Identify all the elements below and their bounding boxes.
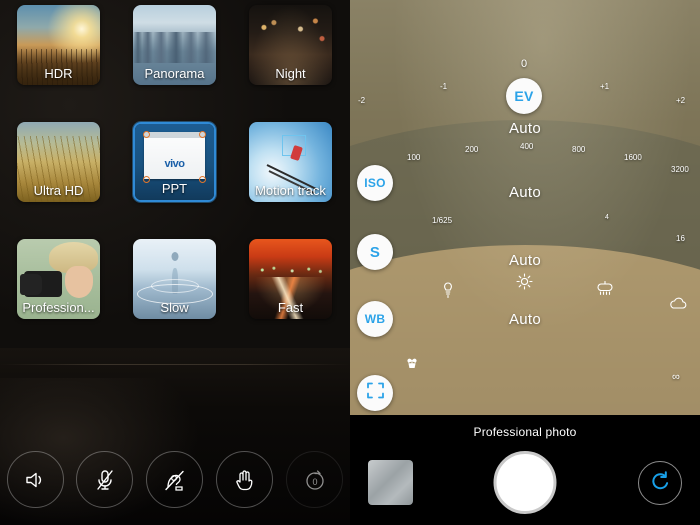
ev-tick[interactable]: -1	[440, 82, 447, 91]
macro-icon[interactable]	[405, 357, 419, 376]
shutter-tick[interactable]: 4	[605, 214, 609, 221]
mode-tile-label: Ultra HD	[33, 183, 84, 198]
volume-button[interactable]	[7, 451, 64, 508]
daylight-icon[interactable]	[516, 273, 533, 295]
crop-handle-icon	[142, 130, 150, 138]
water-drop-shape	[171, 251, 178, 261]
timer-icon: 0	[303, 468, 327, 492]
timer-button[interactable]: 0	[286, 451, 343, 508]
shutter-button[interactable]	[493, 451, 557, 514]
ev-badge[interactable]: EV	[506, 78, 542, 114]
voice-capture-button[interactable]	[146, 451, 203, 508]
iso-tick[interactable]: 800	[572, 145, 585, 154]
mode-tile-label: PPT	[161, 181, 188, 196]
crop-handle-icon	[199, 130, 207, 138]
mode-tile-label: HDR	[44, 66, 73, 81]
mode-tile-professional[interactable]: Profession...	[17, 239, 100, 319]
mode-tile-label: Panorama	[144, 66, 205, 81]
viewfinder[interactable]: -2 -1 0 +1 +2 Auto EV 100 200 400 800 16…	[350, 0, 700, 415]
mode-tile-hdr[interactable]: HDR	[17, 5, 100, 85]
mode-tile-slow[interactable]: Slow	[133, 239, 216, 319]
iso-value: Auto	[508, 184, 542, 201]
mode-tile-label: Slow	[160, 300, 189, 315]
wb-badge[interactable]: WB	[357, 301, 393, 337]
mode-tile-fast[interactable]: Fast	[249, 239, 332, 319]
mode-tile-ppt[interactable]: vivo PPT	[133, 122, 216, 202]
face-shape	[65, 266, 94, 299]
svg-text:0: 0	[312, 477, 317, 487]
ev-tick[interactable]: +2	[676, 96, 685, 105]
palm-gesture-button[interactable]	[216, 451, 273, 508]
camera-options-row: 0	[0, 437, 350, 525]
reset-icon	[647, 468, 673, 499]
voice-capture-off-icon	[162, 468, 188, 492]
ev-value: Auto	[508, 120, 542, 137]
camera-app-screen: HDR Panorama Night Ultra HD vivo PPT Mot…	[0, 0, 700, 525]
iso-tick[interactable]: 400	[520, 142, 533, 151]
fluorescent-icon[interactable]	[595, 280, 615, 302]
reset-button[interactable]	[638, 461, 682, 505]
mode-tile-label: Motion track	[255, 183, 326, 198]
microphone-muted-icon	[94, 468, 116, 492]
gallery-thumbnail-button[interactable]	[368, 460, 413, 505]
mode-picker-panel: HDR Panorama Night Ultra HD vivo PPT Mot…	[0, 0, 350, 525]
ev-tick[interactable]: +1	[600, 82, 609, 91]
mode-tile-panorama[interactable]: Panorama	[133, 5, 216, 85]
camera-lens-shape	[20, 274, 42, 295]
mode-tile-motion-track[interactable]: Motion track	[249, 122, 332, 202]
focus-badge[interactable]	[357, 375, 393, 411]
ppt-document-shape	[144, 132, 205, 180]
current-mode-label: Professional photo	[473, 425, 577, 439]
iso-badge[interactable]: ISO	[357, 165, 393, 201]
microphone-button[interactable]	[76, 451, 133, 508]
shutter-tick[interactable]: 16	[676, 234, 685, 243]
mode-tile-label: Fast	[277, 300, 304, 315]
mode-tile-label: Night	[275, 66, 306, 81]
mode-tile-grid: HDR Panorama Night Ultra HD vivo PPT Mot…	[0, 0, 350, 340]
mode-tile-ultra-hd[interactable]: Ultra HD	[17, 122, 100, 202]
ev-tick[interactable]: -2	[358, 96, 365, 105]
iso-tick[interactable]: 200	[465, 145, 478, 154]
mode-tile-night[interactable]: Night	[249, 5, 332, 85]
incandescent-icon[interactable]	[441, 281, 455, 304]
vivo-logo: vivo	[164, 157, 185, 170]
city-lights-shape	[249, 261, 332, 279]
wb-value: Auto	[508, 311, 542, 328]
focus-icon	[366, 381, 385, 405]
iso-tick[interactable]: 1600	[624, 153, 642, 162]
focus-infinity-tick[interactable]: ∞	[672, 371, 680, 383]
palm-gesture-icon	[233, 467, 257, 492]
iso-tick[interactable]: 100	[407, 153, 420, 162]
volume-icon	[24, 470, 48, 490]
shutter-badge[interactable]: S	[357, 234, 393, 270]
shutter-tick[interactable]: 1/625	[432, 216, 452, 225]
mode-tile-label: Profession...	[22, 300, 95, 315]
iso-tick[interactable]: 3200	[671, 165, 689, 174]
ev-tick[interactable]: 0	[521, 58, 527, 70]
capture-control-bar: Professional photo	[350, 415, 700, 525]
shutter-value: Auto	[508, 252, 542, 269]
